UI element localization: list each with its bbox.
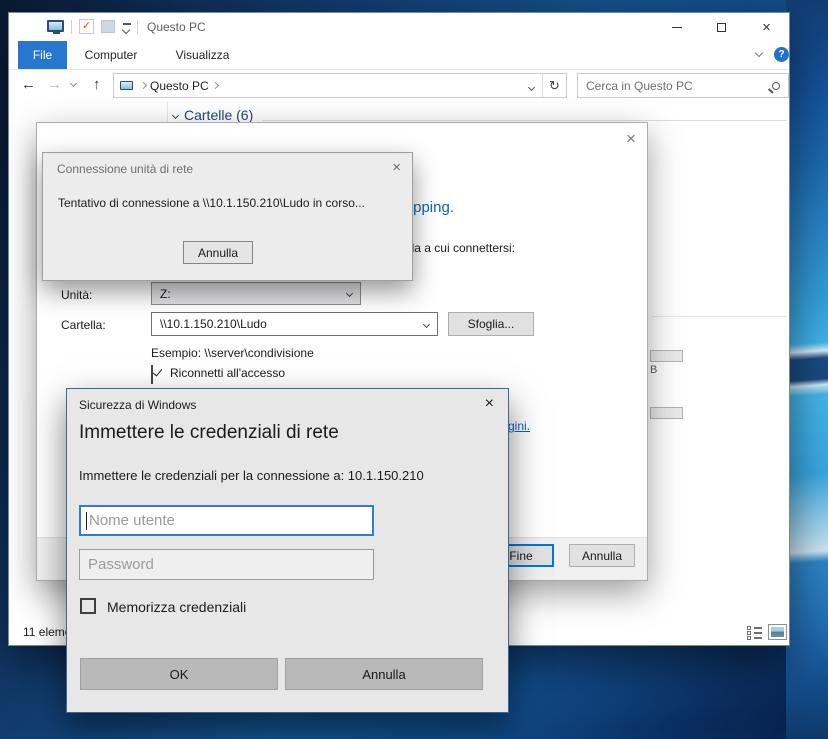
maximize-button[interactable] bbox=[699, 13, 744, 41]
window-title: Questo PC bbox=[147, 13, 206, 41]
reconnect-label: Riconnetti all'accesso bbox=[170, 366, 285, 380]
remember-credentials-checkbox[interactable] bbox=[80, 598, 96, 614]
remember-credentials-label: Memorizza credenziali bbox=[107, 599, 246, 615]
example-text: Esempio: \\server\condivisione bbox=[151, 346, 314, 360]
desktop: ✓ Questo PC × File Computer Visualizza ?… bbox=[0, 0, 828, 739]
drive-usage-bar bbox=[650, 407, 683, 419]
password-field[interactable] bbox=[79, 549, 374, 580]
ok-button[interactable]: OK bbox=[80, 658, 278, 690]
drive-size-text: B bbox=[650, 364, 657, 376]
back-button[interactable]: ← bbox=[21, 77, 36, 92]
credentials-message: Immettere le credenziali per la connessi… bbox=[79, 468, 424, 483]
connecting-dialog: Connessione unità di rete × Tentativo di… bbox=[42, 152, 413, 281]
recent-locations-icon[interactable] bbox=[70, 80, 77, 87]
close-icon[interactable]: × bbox=[392, 160, 401, 175]
close-icon[interactable]: × bbox=[626, 130, 636, 147]
text-caret bbox=[86, 512, 87, 530]
search-icon[interactable] bbox=[772, 82, 780, 90]
breadcrumb[interactable]: Questo PC bbox=[150, 79, 209, 93]
connecting-message: Tentativo di connessione a \\10.1.150.21… bbox=[58, 196, 365, 210]
ribbon-tabs: File Computer Visualizza ? bbox=[9, 41, 789, 70]
folder-combobox[interactable]: \\10.1.150.210\Ludo bbox=[151, 312, 438, 336]
group-header-rule bbox=[651, 316, 787, 317]
this-pc-icon bbox=[120, 81, 133, 90]
credentials-heading: Immettere le credenziali di rete bbox=[79, 422, 339, 444]
qat-separator bbox=[137, 20, 138, 34]
wallpaper-beams bbox=[786, 0, 828, 739]
chevron-down-icon bbox=[423, 320, 430, 327]
forward-button[interactable]: → bbox=[47, 77, 62, 92]
minimize-button[interactable] bbox=[654, 13, 699, 41]
thumbnail-view-icon[interactable] bbox=[768, 624, 787, 640]
tab-file[interactable]: File bbox=[18, 41, 67, 69]
breadcrumb-chevron-icon[interactable] bbox=[212, 82, 219, 89]
cancel-button[interactable]: Annulla bbox=[285, 658, 483, 690]
nav-pane-separator bbox=[167, 102, 168, 124]
drive-usage-bar bbox=[650, 350, 683, 362]
cancel-button[interactable]: Annulla bbox=[183, 241, 253, 264]
details-view-icon[interactable] bbox=[747, 626, 762, 640]
dialog-title: Sicurezza di Windows bbox=[79, 398, 196, 412]
reconnect-checkbox[interactable] bbox=[151, 365, 153, 384]
qat-customize-icon[interactable] bbox=[122, 22, 132, 34]
address-dropdown-icon[interactable] bbox=[520, 77, 542, 95]
help-icon[interactable]: ? bbox=[774, 47, 789, 62]
up-button[interactable]: ↑ bbox=[93, 77, 101, 92]
group-header-folders[interactable]: Cartelle (6) bbox=[173, 107, 253, 123]
collapse-group-icon[interactable] bbox=[172, 111, 179, 118]
qat-new-folder-icon[interactable] bbox=[101, 20, 115, 33]
refresh-icon[interactable]: ↻ bbox=[542, 74, 566, 97]
title-bar[interactable]: ✓ Questo PC × bbox=[9, 13, 789, 41]
dialog-title: Connessione unità di rete bbox=[57, 162, 193, 176]
browse-button[interactable]: Sfoglia... bbox=[448, 312, 534, 336]
ribbon-expand-icon[interactable] bbox=[755, 49, 763, 57]
folder-label: Cartella: bbox=[61, 318, 106, 332]
windows-security-dialog: Sicurezza di Windows × Immettere le cred… bbox=[66, 388, 509, 713]
close-icon[interactable]: × bbox=[485, 396, 494, 412]
search-box[interactable]: Cerca in Questo PC bbox=[577, 73, 789, 98]
drive-label: Unità: bbox=[61, 288, 92, 302]
navigation-bar: ← → ↑ Questo PC ↻ Cerca in Questo PC bbox=[9, 70, 789, 102]
close-button[interactable]: × bbox=[744, 13, 789, 41]
qat-separator bbox=[71, 20, 72, 34]
breadcrumb-chevron-icon[interactable] bbox=[140, 82, 147, 89]
tab-view[interactable]: Visualizza bbox=[155, 41, 250, 69]
tab-computer[interactable]: Computer bbox=[67, 41, 155, 69]
group-header-rule bbox=[263, 120, 787, 121]
drive-select[interactable]: Z: bbox=[151, 282, 361, 305]
qat-properties-icon[interactable]: ✓ bbox=[79, 19, 94, 34]
search-placeholder: Cerca in Questo PC bbox=[586, 79, 693, 93]
cancel-button[interactable]: Annulla bbox=[569, 544, 635, 567]
username-field[interactable] bbox=[79, 505, 374, 536]
address-bar[interactable]: Questo PC ↻ bbox=[113, 73, 567, 98]
chevron-down-icon bbox=[346, 290, 353, 297]
this-pc-icon bbox=[47, 20, 64, 32]
